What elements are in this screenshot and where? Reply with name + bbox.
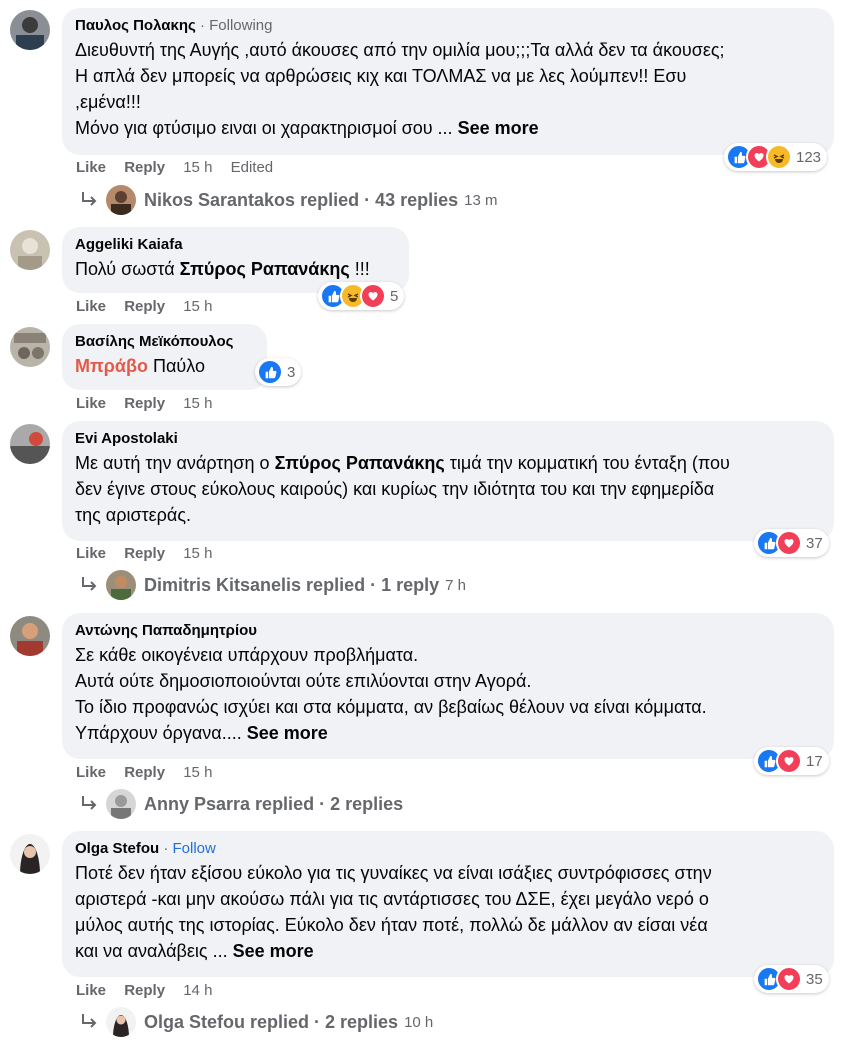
avatar[interactable] <box>10 616 50 656</box>
reply-arrow-icon <box>82 1014 97 1028</box>
view-replies-link[interactable]: Nikos Sarantakos replied · 43 replies 13… <box>78 184 498 216</box>
like-reaction-icon <box>257 359 283 385</box>
avatar <box>106 789 136 819</box>
comment-actions: Like Reply 15 h <box>76 545 226 562</box>
reaction-count: 35 <box>806 970 823 988</box>
reply-button[interactable]: Reply <box>124 764 165 781</box>
author-name[interactable]: Αντώνης Παπαδημητρίου <box>75 622 257 639</box>
avatar[interactable] <box>10 10 50 50</box>
comment-actions: Like Reply 15 h <box>76 395 226 412</box>
reply-arrow-icon <box>82 796 97 810</box>
mention-link[interactable]: Σπύρος Ραπανάκης <box>275 453 445 473</box>
reply-time: 10 h <box>404 1013 434 1031</box>
reaction-count: 123 <box>796 148 822 166</box>
reaction-summary[interactable]: 123 <box>724 143 828 171</box>
comment-text: Διευθυντή της Αυγής ,αυτό άκουσες από τη… <box>75 40 725 138</box>
comment-time[interactable]: 15 h <box>183 159 212 176</box>
reaction-summary[interactable]: 37 <box>754 529 829 557</box>
see-more-link[interactable]: See more <box>247 723 328 743</box>
comment-text: Πολύ σωστά Σπύρος Ραπανάκης !!! <box>75 259 370 279</box>
comment-bubble: Αντώνης Παπαδημητρίου Σε κάθε οικογένεια… <box>62 613 834 759</box>
avatar <box>106 185 136 215</box>
view-replies-link[interactable]: Dimitris Kitsanelis replied · 1 reply 7 … <box>78 569 466 601</box>
reply-button[interactable]: Reply <box>124 298 165 315</box>
mention-link[interactable]: Σπύρος Ραπανάκης <box>180 259 350 279</box>
comment-time[interactable]: 15 h <box>183 545 212 562</box>
reply-button[interactable]: Reply <box>124 982 165 999</box>
replies-summary[interactable]: Anny Psarra replied · 2 replies <box>144 794 403 815</box>
reaction-summary[interactable]: 5 <box>318 282 405 310</box>
follow-button[interactable]: Follow <box>173 840 216 857</box>
comment-time[interactable]: 15 h <box>183 298 212 315</box>
reply-time: 7 h <box>445 576 466 594</box>
love-reaction-icon <box>776 966 802 992</box>
see-more-link[interactable]: See more <box>458 118 539 138</box>
comment-actions: Like Reply 15 h <box>76 764 226 781</box>
comment-text: Μπράβο Παύλο <box>75 356 205 376</box>
avatar <box>106 1007 136 1037</box>
like-button[interactable]: Like <box>76 764 106 781</box>
reaction-count: 37 <box>806 534 823 552</box>
comment-text: Με αυτή την ανάρτηση ο Σπύρος Ραπανάκης … <box>75 453 730 525</box>
edited-label[interactable]: Edited <box>231 159 274 176</box>
reply-button[interactable]: Reply <box>124 159 165 176</box>
comment-bubble: Evi Apostolaki Με αυτή την ανάρτηση ο Σπ… <box>62 421 834 541</box>
replies-summary[interactable]: Nikos Sarantakos replied · 43 replies <box>144 190 458 211</box>
reply-button[interactable]: Reply <box>124 395 165 412</box>
like-button[interactable]: Like <box>76 545 106 562</box>
author-name[interactable]: Evi Apostolaki <box>75 430 178 447</box>
reply-arrow-icon <box>82 192 97 206</box>
replies-summary[interactable]: Olga Stefou replied · 2 replies <box>144 1012 398 1033</box>
like-button[interactable]: Like <box>76 298 106 315</box>
following-label: Following <box>209 17 273 34</box>
comment-bubble: Olga Stefou · Follow Ποτέ δεν ήταν εξίσο… <box>62 831 834 977</box>
comment-time[interactable]: 14 h <box>183 982 212 999</box>
avatar[interactable] <box>10 424 50 464</box>
reaction-count: 5 <box>390 287 399 305</box>
comment-actions: Like Reply 15 h <box>76 298 226 315</box>
comment-bubble: Βασίλης Μεϊκόπουλος Μπράβο Παύλο <box>62 324 267 390</box>
avatar[interactable] <box>10 834 50 874</box>
reply-button[interactable]: Reply <box>124 545 165 562</box>
author-name[interactable]: Βασίλης Μεϊκόπουλος <box>75 333 233 350</box>
reaction-count: 17 <box>806 752 823 770</box>
replies-summary[interactable]: Dimitris Kitsanelis replied · 1 reply <box>144 575 439 596</box>
comment-text: Ποτέ δεν ήταν εξίσου εύκολο για τις γυνα… <box>75 863 712 961</box>
comment-actions: Like Reply 14 h <box>76 982 226 999</box>
view-replies-link[interactable]: Olga Stefou replied · 2 replies 10 h <box>78 1006 433 1038</box>
love-reaction-icon <box>360 283 386 309</box>
see-more-link[interactable]: See more <box>233 941 314 961</box>
author-name[interactable]: Olga Stefou <box>75 840 159 857</box>
like-button[interactable]: Like <box>76 395 106 412</box>
avatar <box>106 570 136 600</box>
haha-reaction-icon <box>766 144 792 170</box>
avatar[interactable] <box>10 230 50 270</box>
love-reaction-icon <box>776 748 802 774</box>
comment-time[interactable]: 15 h <box>183 395 212 412</box>
reaction-summary[interactable]: 35 <box>754 965 829 993</box>
author-name[interactable]: Παυλος Πολακης <box>75 17 196 34</box>
reply-time: 13 m <box>464 191 498 209</box>
like-button[interactable]: Like <box>76 159 106 176</box>
reply-arrow-icon <box>82 577 97 591</box>
comment-time[interactable]: 15 h <box>183 764 212 781</box>
like-button[interactable]: Like <box>76 982 106 999</box>
reaction-summary[interactable]: 17 <box>754 747 829 775</box>
reaction-summary[interactable]: 3 <box>255 358 302 386</box>
comment-actions: Like Reply 15 h Edited <box>76 159 287 176</box>
love-reaction-icon <box>776 530 802 556</box>
reaction-count: 3 <box>287 363 296 381</box>
author-name[interactable]: Aggeliki Kaiafa <box>75 236 183 253</box>
avatar[interactable] <box>10 327 50 367</box>
view-replies-link[interactable]: Anny Psarra replied · 2 replies <box>78 788 403 820</box>
comment-bubble: Παυλος Πολακης · Following Διευθυντή της… <box>62 8 834 155</box>
comment-text: Σε κάθε οικογένεια υπάρχουν προβλήματα. … <box>75 645 707 743</box>
